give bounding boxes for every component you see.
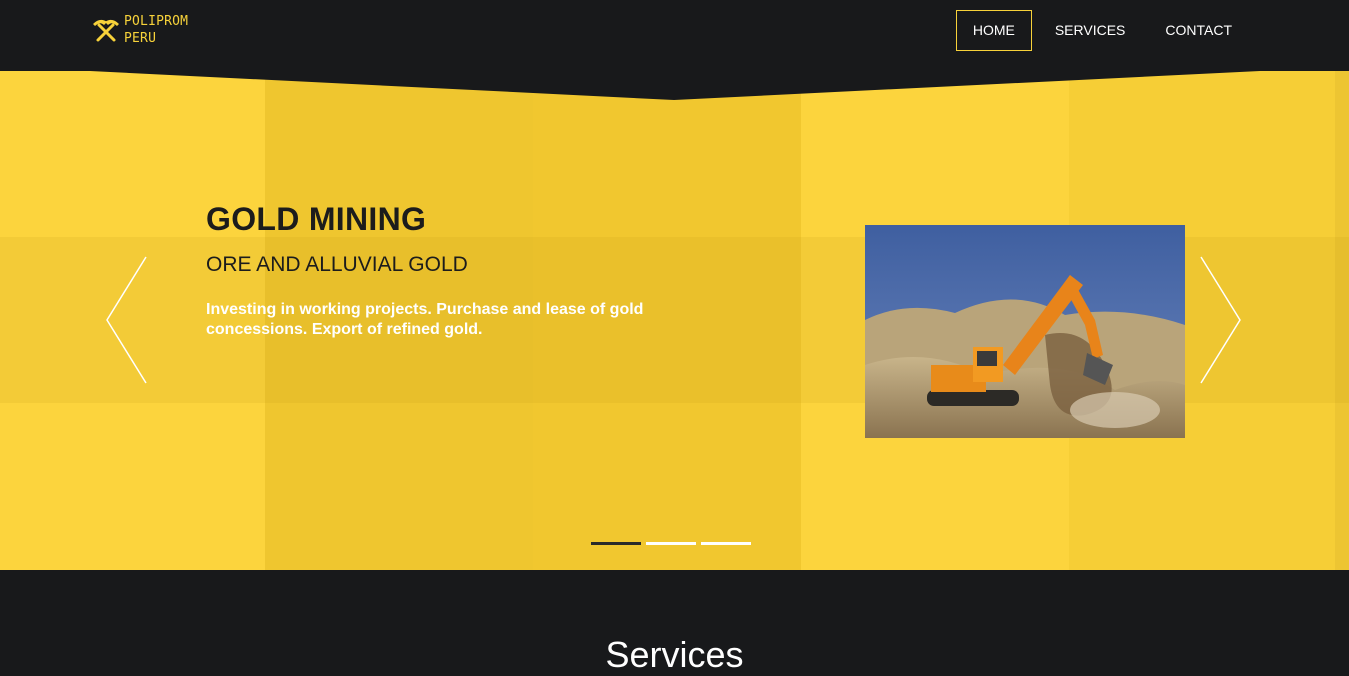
- nav-home[interactable]: HOME: [955, 10, 1032, 51]
- slider-dot-2[interactable]: [646, 542, 696, 545]
- brand-name: POLIPROM PERU: [124, 13, 188, 47]
- hero-slider: GOLD MINING ORE AND ALLUVIAL GOLD Invest…: [0, 70, 1349, 570]
- brand-name-line1: POLIPROM: [124, 14, 189, 29]
- slide-description: Investing in working projects. Purchase …: [206, 301, 644, 338]
- brand-name-line2: PERU: [124, 31, 157, 46]
- nav-contact[interactable]: CONTACT: [1148, 10, 1249, 51]
- crossed-pickaxes-icon: [93, 19, 119, 42]
- main-nav: HOME SERVICES CONTACT: [950, 10, 1249, 51]
- nav-services[interactable]: SERVICES: [1038, 10, 1143, 51]
- slider-dot-1[interactable]: [591, 542, 641, 545]
- slider-pagination: [591, 542, 756, 545]
- slide-title: GOLD MINING: [206, 201, 427, 237]
- brand-logo[interactable]: POLIPROM PERU: [92, 13, 188, 47]
- site-header: POLIPROM PERU HOME SERVICES CONTACT: [0, 0, 1349, 70]
- slider-dot-3[interactable]: [701, 542, 751, 545]
- chevron-right-icon: [1200, 256, 1241, 384]
- header-chevron-shape: [0, 70, 1349, 100]
- services-section: Services: [0, 570, 1349, 675]
- slider-prev-button[interactable]: [104, 255, 148, 385]
- services-heading: Services: [605, 634, 744, 675]
- slide-subtitle: ORE AND ALLUVIAL GOLD: [206, 253, 468, 276]
- slider-next-button[interactable]: [1199, 255, 1243, 385]
- chevron-left-icon: [106, 256, 147, 384]
- excavator-photo: [865, 225, 1185, 438]
